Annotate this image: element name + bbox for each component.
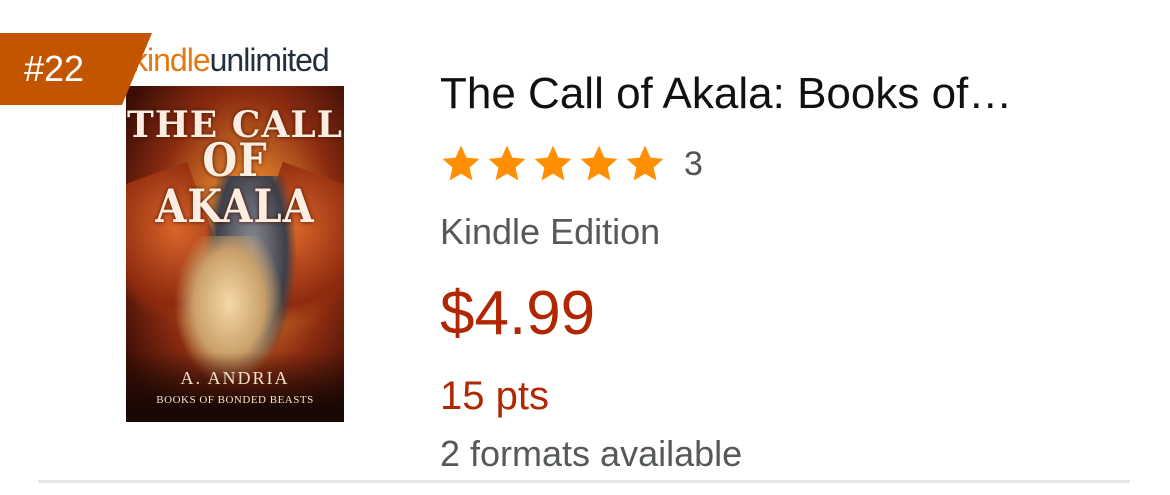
cover-title-line2: OF AKALA xyxy=(155,133,315,234)
product-card[interactable]: kindleunlimited THE CALL OF AKALA A. AND… xyxy=(0,0,1170,495)
kindle-unlimited-logo: kindleunlimited xyxy=(132,42,330,78)
reward-points: 15 pts xyxy=(440,374,549,418)
format-label: Kindle Edition xyxy=(440,211,661,252)
cover-series: BOOKS OF BONDED BEASTS xyxy=(156,394,314,406)
stars-row xyxy=(440,143,666,185)
book-cover-image[interactable]: THE CALL OF AKALA A. ANDRIA BOOKS OF BON… xyxy=(126,86,344,422)
star-icon xyxy=(488,145,526,181)
star-icon xyxy=(534,145,572,181)
rating-count: 3 xyxy=(684,144,703,183)
divider xyxy=(38,480,1130,483)
product-title[interactable]: The Call of Akala: Books of… xyxy=(440,68,1140,120)
price: $4.99 xyxy=(440,279,596,348)
cover-title: THE CALL OF AKALA xyxy=(126,106,344,229)
cover-author: A. ANDRIA xyxy=(180,368,290,388)
star-icon xyxy=(442,145,480,181)
star-icon xyxy=(626,145,664,181)
star-rating[interactable]: 3 xyxy=(440,136,703,192)
logo-unlimited-text: unlimited xyxy=(209,42,330,78)
star-icon xyxy=(580,145,618,181)
formats-available-link[interactable]: 2 formats available xyxy=(440,432,742,476)
